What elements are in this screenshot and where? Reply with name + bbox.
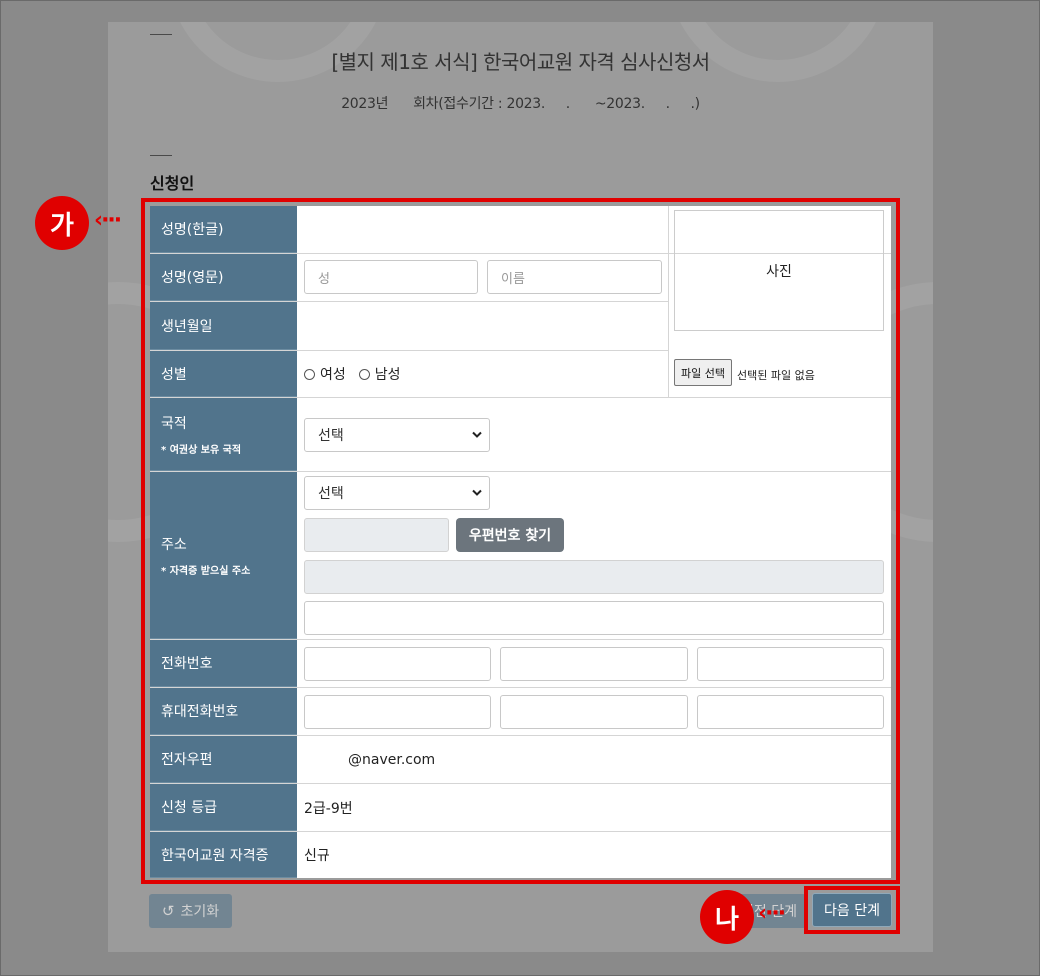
reset-button[interactable]: ↺ 초기화 [149,894,232,928]
mobile-input-2[interactable] [500,695,688,729]
label-nationality: 국적 * 여권상 보유 국적 [150,398,297,471]
phone-input-3[interactable] [697,647,884,681]
row-certificate: 한국어교원 자격증 신규 [150,832,891,878]
arrow-left-icon: ‹··· [94,208,122,233]
row-phone: 전화번호 [150,640,891,688]
label-name-kr: 성명(한글) [150,206,297,253]
applicant-form: 성명(한글) 성명(영문) 성 이름 생년월일 성별 여성 남성 사진 파일 선… [150,206,891,878]
label-gender: 성별 [150,351,297,397]
next-step-button[interactable]: 다음 단계 [812,893,892,927]
radio-male[interactable]: 남성 [358,364,401,384]
address-line1-input[interactable] [304,560,884,594]
radio-female[interactable]: 여성 [304,364,346,384]
address-select[interactable]: 선택 [304,476,490,510]
page-title: [별지 제1호 서식] 한국어교원 자격 심사신청서 [331,50,710,74]
zipcode-input[interactable] [304,518,449,552]
phone-input-2[interactable] [500,647,688,681]
title-divider [150,34,172,35]
row-birth: 생년월일 [150,302,668,351]
row-email: 전자우편 @naver.com [150,736,891,784]
photo-column-divider [668,206,669,397]
certificate-value: 신규 [304,848,330,864]
annotation-marker-a: 가 [35,196,89,250]
label-phone: 전화번호 [150,640,297,687]
label-birth: 생년월일 [150,302,297,350]
photo-placeholder: 사진 [674,210,884,331]
row-grade: 신청 등급 2급-9번 [150,784,891,832]
file-select-button[interactable]: 파일 선택 [674,359,732,386]
phone-input-1[interactable] [304,647,491,681]
label-mobile: 휴대전화번호 [150,688,297,735]
chevron-down-icon [472,429,482,442]
email-value: @naver.com [348,751,436,768]
first-name-input[interactable]: 이름 [487,260,662,294]
chevron-down-icon [472,487,482,500]
label-address: 주소 * 자격증 받으실 주소 [150,472,297,639]
label-certificate: 한국어교원 자격증 [150,832,297,878]
label-grade: 신청 등급 [150,784,297,831]
row-mobile: 휴대전화번호 [150,688,891,736]
label-name-en: 성명(영문) [150,254,297,301]
mobile-input-1[interactable] [304,695,491,729]
section-title: 신청인 [150,174,195,193]
undo-icon: ↺ [161,902,175,920]
nationality-select[interactable]: 선택 [304,418,490,452]
grade-value: 2급-9번 [304,800,353,817]
last-name-input[interactable]: 성 [304,260,478,294]
mobile-input-3[interactable] [697,695,884,729]
arrow-left-icon: ‹··· [758,901,786,926]
section-divider [150,155,172,156]
zipcode-search-button[interactable]: 우편번호 찾기 [456,518,564,552]
annotation-marker-b: 나 [700,890,754,944]
row-address: 주소 * 자격증 받으실 주소 선택 우편번호 찾기 [150,472,891,640]
row-nationality: 국적 * 여권상 보유 국적 선택 [150,398,891,472]
file-status: 선택된 파일 없음 [737,369,815,382]
address-line2-input[interactable] [304,601,884,635]
label-email: 전자우편 [150,736,297,783]
row-name-en: 성명(영문) 성 이름 [150,254,668,302]
page-subtitle: 2023년 회차(접수기간 : 2023. . ~2023. . .) [341,96,700,112]
